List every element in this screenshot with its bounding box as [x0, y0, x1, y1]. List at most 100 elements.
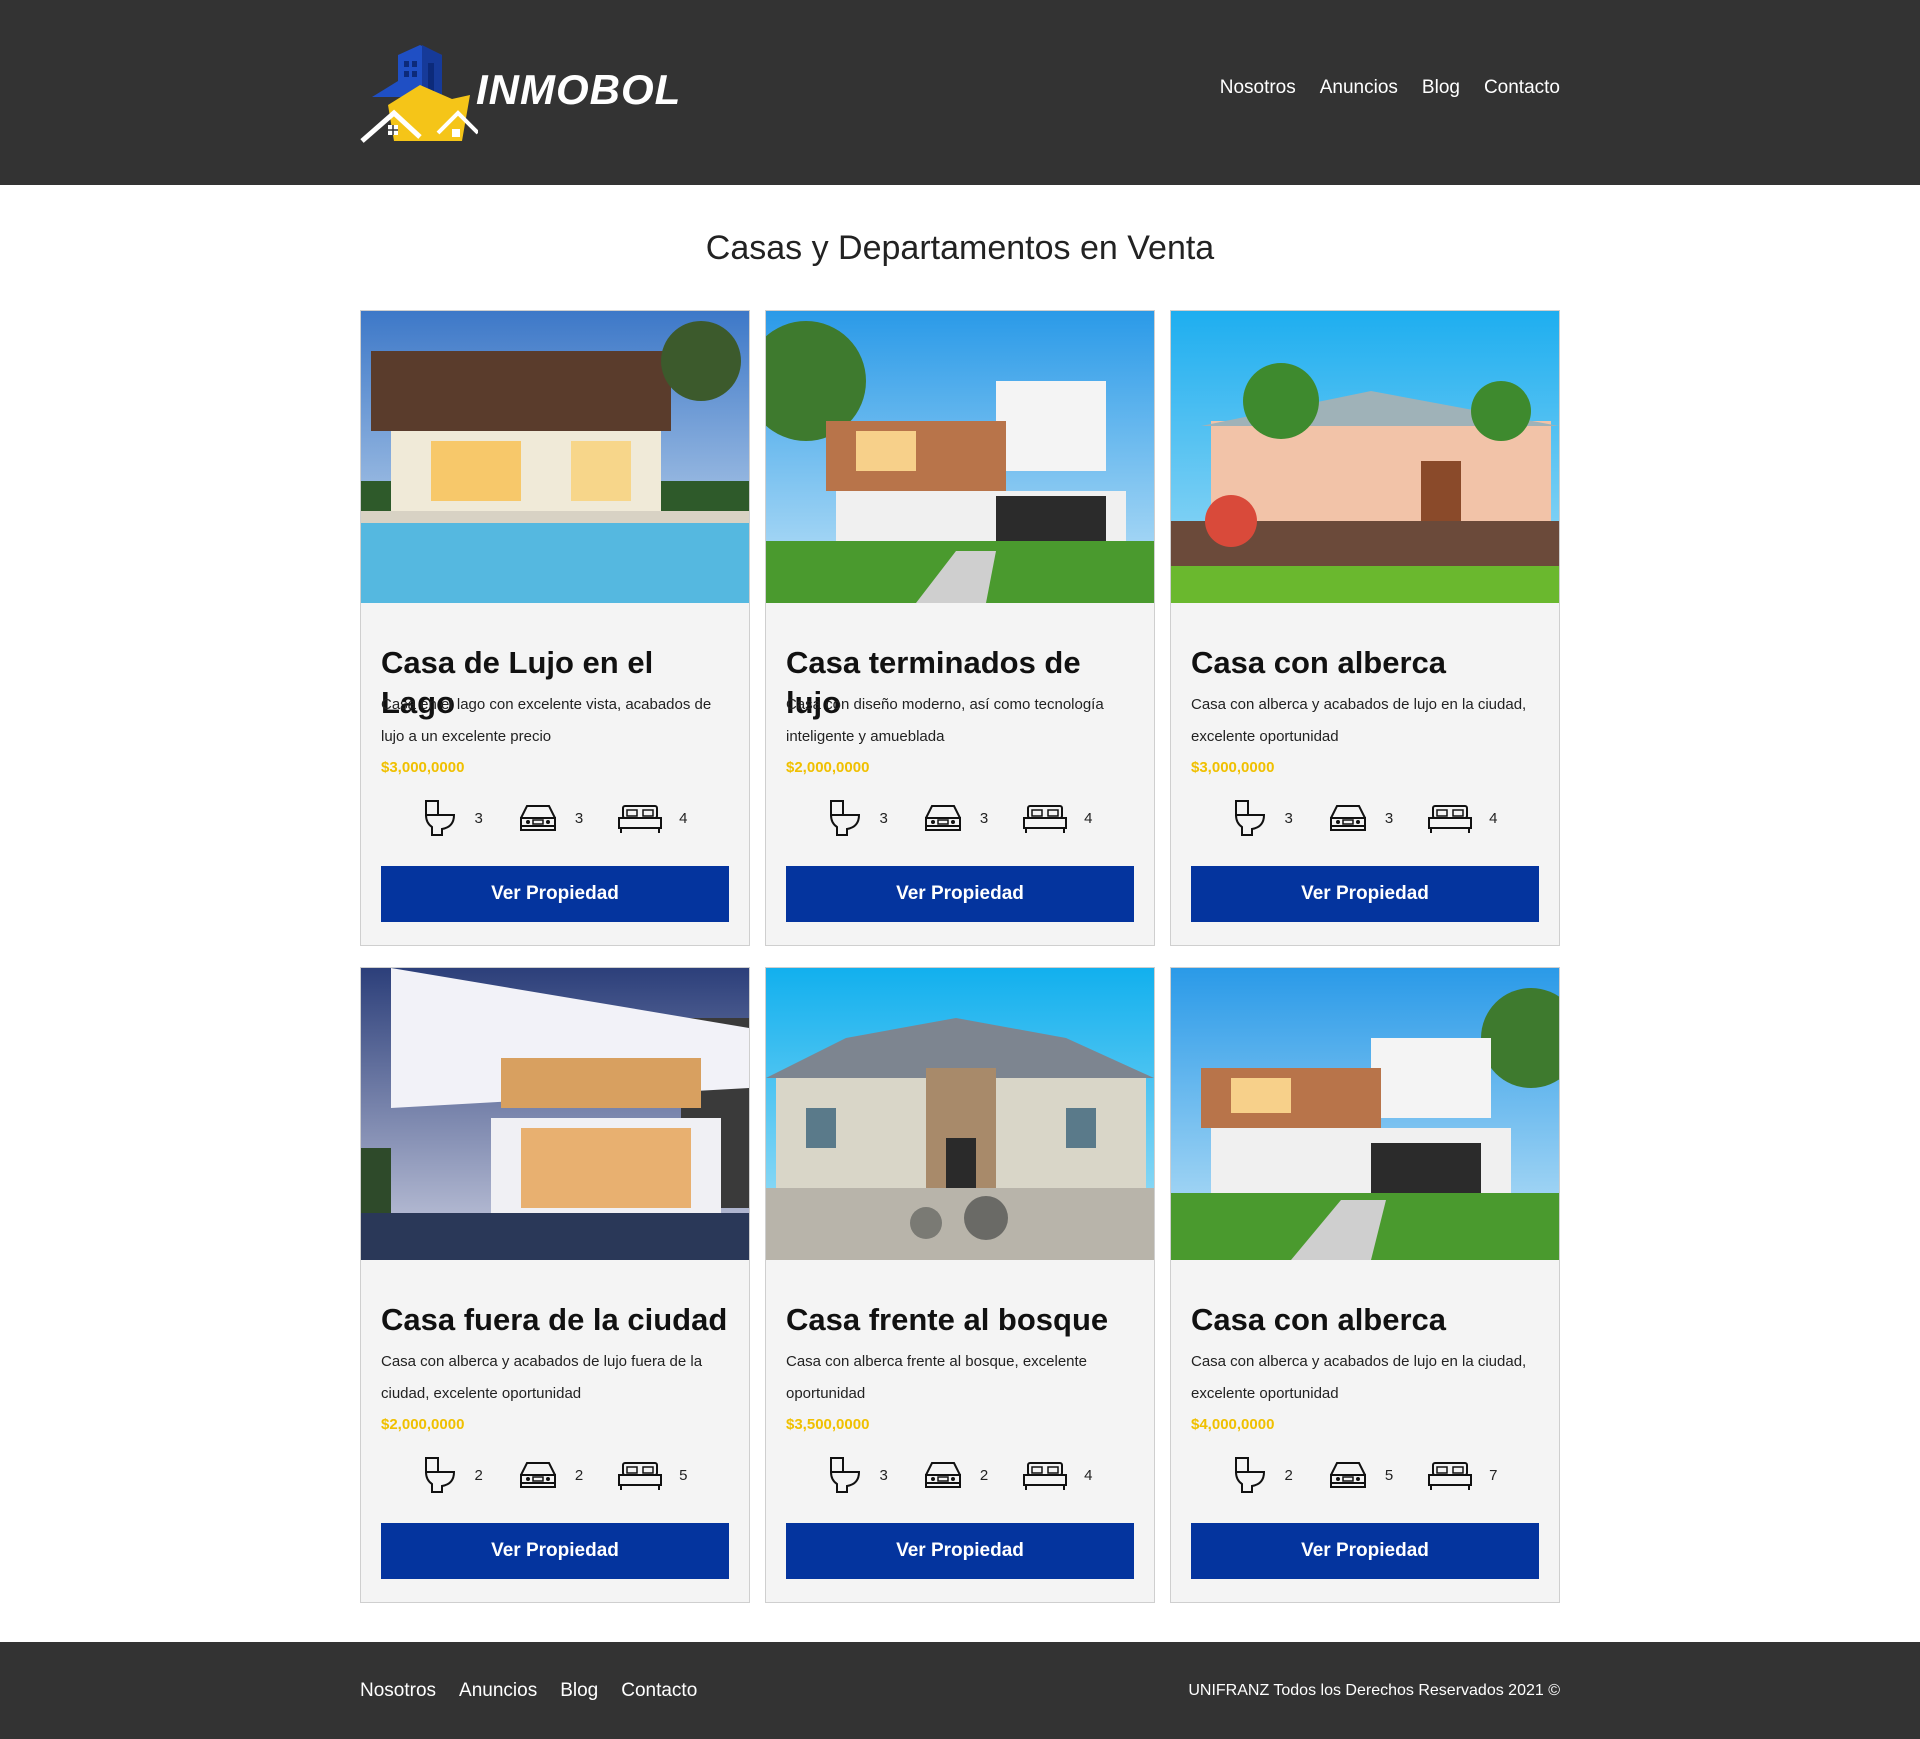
listing-title: Casa fuera de la ciudad	[381, 1302, 728, 1337]
feature-bedrooms: 4	[1427, 802, 1498, 834]
view-property-button[interactable]: Ver Propiedad	[786, 1523, 1134, 1579]
baths-count: 3	[1284, 809, 1293, 827]
listing-price: $3,000,0000	[1191, 759, 1275, 776]
listing-features: 3 3 4	[381, 793, 729, 843]
bed-icon	[1428, 1462, 1473, 1490]
listing-photo[interactable]	[766, 311, 1154, 603]
listing-card: Casa con alberca Casa con alberca y acab…	[1170, 967, 1560, 1603]
listing-features: 2 5 7	[1191, 1450, 1539, 1500]
listing-description: Casa con alberca y acabados de lujo en l…	[1191, 696, 1527, 745]
baths-count: 3	[474, 809, 483, 827]
listing-photo[interactable]	[361, 311, 749, 603]
main-nav: Nosotros Anuncios Blog Contacto	[1220, 77, 1560, 99]
listing-card: Casa con alberca Casa con alberca y acab…	[1170, 310, 1560, 946]
bedrooms-count: 7	[1489, 1466, 1498, 1484]
bedrooms-count: 5	[679, 1466, 688, 1484]
view-property-button[interactable]: Ver Propiedad	[1191, 1523, 1539, 1579]
footer-link-nosotros[interactable]: Nosotros	[360, 1680, 436, 1702]
car-icon	[1329, 1462, 1366, 1488]
listing-title: Casa con alberca	[1191, 645, 1447, 680]
feature-parking: 2	[517, 1459, 583, 1491]
listing-card: Casa terminados de lujo Casa con diseño …	[765, 310, 1155, 946]
baths-count: 2	[1284, 1466, 1293, 1484]
view-property-button[interactable]: Ver Propiedad	[1191, 866, 1539, 922]
brand-logo[interactable]: INMOBOL	[360, 38, 681, 148]
brand-name: INMOBOL	[476, 65, 682, 113]
parking-count: 3	[574, 809, 584, 827]
parking-count: 2	[979, 1466, 989, 1484]
feature-parking: 5	[1327, 1459, 1393, 1491]
footer-link-anuncios[interactable]: Anuncios	[459, 1680, 537, 1702]
bedrooms-count: 4	[679, 809, 688, 827]
toilet-icon	[830, 800, 861, 836]
listings-grid: Casa de Lujo en el Lago Casa en el lago …	[360, 310, 1560, 1603]
toilet-icon	[1235, 1457, 1266, 1493]
listing-title: Casa de Lujo en el Lago	[381, 645, 654, 720]
listing-title: Casa con alberca	[1191, 1302, 1447, 1337]
house-logo-icon	[360, 44, 478, 143]
bed-icon	[1023, 805, 1068, 833]
feature-bedrooms: 7	[1427, 1459, 1498, 1491]
feature-parking: 3	[1327, 802, 1393, 834]
listing-price: $3,000,0000	[381, 759, 465, 776]
feature-bedrooms: 5	[617, 1459, 688, 1491]
nav-link-anuncios[interactable]: Anuncios	[1320, 77, 1398, 99]
page-title: Casas y Departamentos en Venta	[705, 229, 1215, 267]
listing-price: $4,000,0000	[1191, 1416, 1275, 1433]
listing-card: Casa fuera de la ciudad Casa con alberca…	[360, 967, 750, 1603]
bedrooms-count: 4	[1084, 809, 1093, 827]
car-icon	[924, 1462, 961, 1488]
listing-title: Casa terminados de lujo	[786, 645, 1081, 720]
feature-parking: 3	[922, 802, 988, 834]
baths-count: 3	[879, 809, 888, 827]
nav-link-nosotros[interactable]: Nosotros	[1220, 77, 1296, 99]
feature-bedrooms: 4	[617, 802, 688, 834]
listing-price: $2,000,0000	[381, 1416, 465, 1433]
listing-photo[interactable]	[1171, 968, 1559, 1260]
listing-features: 2 2 5	[381, 1450, 729, 1500]
car-icon	[519, 805, 556, 831]
footer-nav: Nosotros Anuncios Blog Contacto	[360, 1680, 697, 1702]
listing-card: Casa de Lujo en el Lago Casa en el lago …	[360, 310, 750, 946]
listing-description: Casa con alberca frente al bosque, excel…	[786, 1353, 1088, 1402]
footer-link-contacto[interactable]: Contacto	[621, 1680, 697, 1702]
parking-count: 5	[1384, 1466, 1394, 1484]
view-property-button[interactable]: Ver Propiedad	[786, 866, 1134, 922]
view-property-button[interactable]: Ver Propiedad	[381, 866, 729, 922]
listing-price: $3,500,0000	[786, 1416, 870, 1433]
listing-photo[interactable]	[361, 968, 749, 1260]
bed-icon	[1428, 805, 1473, 833]
car-icon	[924, 805, 961, 831]
bed-icon	[1023, 1462, 1068, 1490]
nav-link-contacto[interactable]: Contacto	[1484, 77, 1560, 99]
listing-features: 3 3 4	[786, 793, 1134, 843]
toilet-icon	[1235, 800, 1266, 836]
listing-description: Casa con alberca y acabados de lujo en l…	[1191, 1353, 1527, 1402]
copyright-text: UNIFRANZ Todos los Derechos Reservados 2…	[1188, 1681, 1560, 1699]
listing-photo[interactable]	[766, 968, 1154, 1260]
view-property-button[interactable]: Ver Propiedad	[381, 1523, 729, 1579]
bed-icon	[618, 1462, 663, 1490]
feature-parking: 2	[922, 1459, 988, 1491]
toilet-icon	[425, 800, 456, 836]
parking-count: 3	[979, 809, 989, 827]
listing-card: Casa frente al bosque Casa con alberca f…	[765, 967, 1155, 1603]
bed-icon	[618, 805, 663, 833]
main-content: Casas y Departamentos en Venta Casa de L…	[360, 228, 1560, 1603]
site-header: INMOBOL Nosotros Anuncios Blog Contacto	[0, 0, 1920, 185]
bedrooms-count: 4	[1084, 1466, 1093, 1484]
footer-link-blog[interactable]: Blog	[560, 1680, 598, 1702]
feature-parking: 3	[517, 802, 583, 834]
feature-bedrooms: 4	[1022, 1459, 1093, 1491]
listing-description: Casa en el lago con excelente vista, aca…	[381, 696, 712, 745]
listing-photo[interactable]	[1171, 311, 1559, 603]
listing-title: Casa frente al bosque	[786, 1302, 1109, 1337]
toilet-icon	[830, 1457, 861, 1493]
baths-count: 3	[879, 1466, 888, 1484]
feature-baths: 2	[422, 1456, 483, 1494]
feature-baths: 3	[827, 1456, 888, 1494]
toilet-icon	[425, 1457, 456, 1493]
listing-description: Casa con alberca y acabados de lujo fuer…	[381, 1353, 703, 1402]
listing-description: Casa con diseño moderno, así como tecnol…	[786, 696, 1104, 745]
nav-link-blog[interactable]: Blog	[1422, 77, 1460, 99]
